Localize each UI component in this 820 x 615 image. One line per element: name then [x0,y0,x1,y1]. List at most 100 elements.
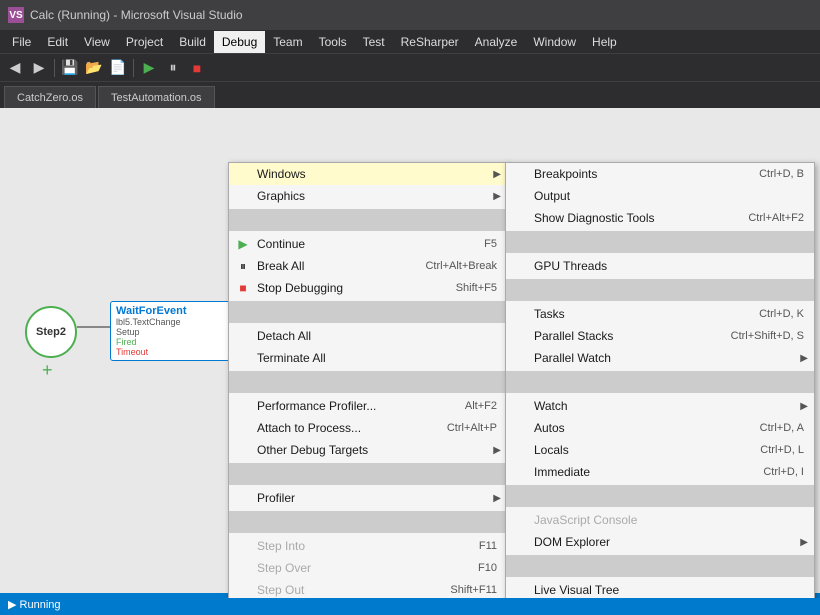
tab-catchzero[interactable]: CatchZero.os [4,86,96,108]
debug-sep5 [229,511,507,533]
stop-icon: ■ [233,278,253,298]
win-domexplorer-arrow: ▶ [800,537,808,548]
toolbar-save[interactable]: 💾 [59,57,81,79]
win-parallelstacks-label: Parallel Stacks [534,329,731,343]
debug-menu-attach[interactable]: Attach to Process... Ctrl+Alt+P [229,417,507,439]
debug-menu-stop[interactable]: ■ Stop Debugging Shift+F5 [229,277,507,299]
menu-window[interactable]: Window [525,31,584,53]
menu-analyze[interactable]: Analyze [467,31,526,53]
win-autos-shortcut: Ctrl+D, A [760,422,808,434]
win-locals[interactable]: Locals Ctrl+D, L [506,439,814,461]
win-parallelwatch[interactable]: Parallel Watch ▶ [506,347,814,369]
win-immediate-label: Immediate [534,465,763,479]
win-livevisualtree-label: Live Visual Tree [534,583,808,597]
win-output[interactable]: Output [506,185,814,207]
attach-label: Attach to Process... [257,421,447,435]
debug-windows-label: Windows [257,167,493,181]
win-parallelstacks[interactable]: Parallel Stacks Ctrl+Shift+D, S [506,325,814,347]
menu-edit[interactable]: Edit [39,31,76,53]
win-watch[interactable]: Watch ▶ [506,395,814,417]
debug-graphics-label: Graphics [257,189,493,203]
toolbar-run[interactable]: ▶ [138,57,160,79]
vs-icon: VS [8,7,24,23]
perf-label: Performance Profiler... [257,399,465,413]
debug-menu-othertargets[interactable]: Other Debug Targets ▶ [229,439,507,461]
debug-menu-perf[interactable]: Performance Profiler... Alt+F2 [229,395,507,417]
debug-menu-stepinto[interactable]: Step Into F11 [229,535,507,557]
menu-tools[interactable]: Tools [311,31,355,53]
debug-menu-detach[interactable]: Detach All [229,325,507,347]
debug-menu-stepout[interactable]: Step Out Shift+F11 [229,579,507,598]
win-jsconsole[interactable]: JavaScript Console [506,509,814,531]
win-domexplorer-label: DOM Explorer [534,535,800,549]
win-locals-label: Locals [534,443,760,457]
win-parallelwatch-label: Parallel Watch [534,351,800,365]
stop-label: Stop Debugging [257,281,456,295]
breakall-icon: ⏸ [233,256,253,276]
stepover-shortcut: F10 [478,562,501,574]
toolbar-new[interactable]: 📄 [107,57,129,79]
stepinto-shortcut: F11 [479,540,501,552]
win-tasks[interactable]: Tasks Ctrl+D, K [506,303,814,325]
menu-help[interactable]: Help [584,31,625,53]
title-bar: VS Calc (Running) - Microsoft Visual Stu… [0,0,820,30]
toolbar-stop[interactable]: ■ [186,57,208,79]
menu-build[interactable]: Build [171,31,214,53]
tab-testautomation[interactable]: TestAutomation.os [98,86,215,108]
win-diagtools[interactable]: Show Diagnostic Tools Ctrl+Alt+F2 [506,207,814,229]
debug-menu-stepover[interactable]: Step Over F10 [229,557,507,579]
win-sep5 [506,555,814,577]
debug-graphics-arrow: ▶ [493,191,501,202]
content-area: Step2 WaitForEvent lbl5.TextChange Setup… [0,108,820,598]
debug-menu-breakall[interactable]: ⏸ Break All Ctrl+Alt+Break [229,255,507,277]
toolbar-open[interactable]: 📂 [83,57,105,79]
win-gputhreads[interactable]: GPU Threads [506,255,814,277]
debug-menu-continue[interactable]: ▶ Continue F5 [229,233,507,255]
breakall-shortcut: Ctrl+Alt+Break [425,260,501,272]
debug-sep2 [229,301,507,323]
menu-file[interactable]: File [4,31,39,53]
debug-menu-graphics[interactable]: Graphics ▶ [229,185,507,207]
debug-sep1 [229,209,507,231]
stepout-shortcut: Shift+F11 [450,584,501,596]
win-breakpoints[interactable]: Breakpoints Ctrl+D, B [506,163,814,185]
continue-label: Continue [257,237,484,251]
debug-menu-terminate[interactable]: Terminate All [229,347,507,369]
toolbar-pause[interactable]: ⏸ [162,57,184,79]
win-livevisualtree[interactable]: Live Visual Tree [506,579,814,598]
menu-team[interactable]: Team [265,31,310,53]
menu-test[interactable]: Test [355,31,393,53]
win-parallelwatch-arrow: ▶ [800,353,808,364]
win-sep3 [506,371,814,393]
tab-catchzero-label: CatchZero.os [17,92,83,104]
win-watch-arrow: ▶ [800,401,808,412]
stop-shortcut: Shift+F5 [456,282,501,294]
menu-project[interactable]: Project [118,31,171,53]
menu-view[interactable]: View [76,31,118,53]
win-immediate[interactable]: Immediate Ctrl+D, I [506,461,814,483]
toolbar-sep2 [133,59,134,77]
toolbar-back[interactable]: ◀ [4,57,26,79]
debug-menu-windows[interactable]: Windows ▶ [229,163,507,185]
continue-shortcut: F5 [484,238,501,250]
tabs-bar: CatchZero.os TestAutomation.os [0,82,820,108]
win-gputhreads-label: GPU Threads [534,259,808,273]
terminate-label: Terminate All [257,351,501,365]
win-diagtools-label: Show Diagnostic Tools [534,211,748,225]
win-autos[interactable]: Autos Ctrl+D, A [506,417,814,439]
status-mode: ▶ Running [8,598,61,611]
perf-shortcut: Alt+F2 [465,400,501,412]
debug-menu-profiler[interactable]: Profiler ▶ [229,487,507,509]
windows-submenu: Breakpoints Ctrl+D, B Output Show Diagno… [505,162,815,598]
win-breakpoints-label: Breakpoints [534,167,759,181]
win-domexplorer[interactable]: DOM Explorer ▶ [506,531,814,553]
menu-bar: File Edit View Project Build Debug Team … [0,30,820,54]
menu-resharper[interactable]: ReSharper [393,31,467,53]
debug-sep3 [229,371,507,393]
menu-debug[interactable]: Debug [214,31,265,53]
win-breakpoints-shortcut: Ctrl+D, B [759,168,808,180]
toolbar: ◀ ▶ 💾 📂 📄 ▶ ⏸ ■ [0,54,820,82]
win-diagtools-shortcut: Ctrl+Alt+F2 [748,212,808,224]
profiler-arrow: ▶ [493,493,501,504]
toolbar-forward[interactable]: ▶ [28,57,50,79]
